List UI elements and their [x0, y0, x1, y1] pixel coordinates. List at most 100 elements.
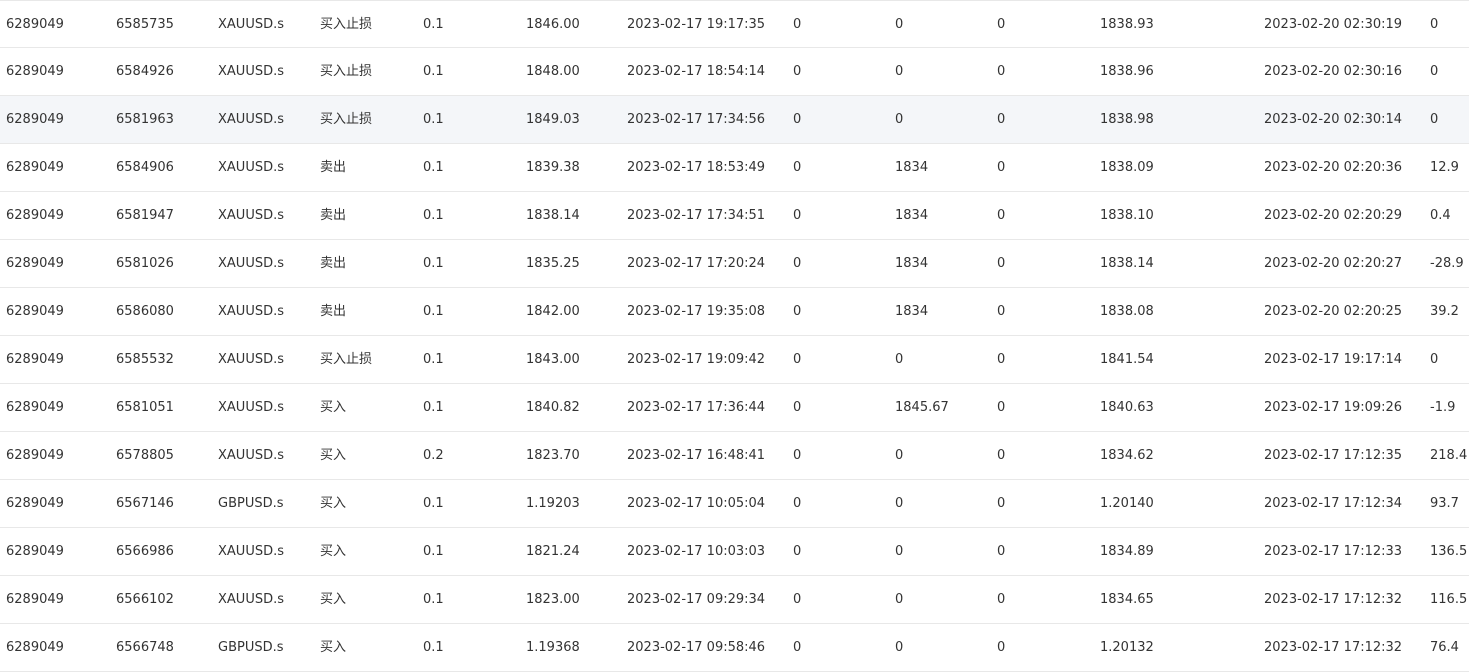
table-row[interactable]: 6289049 6581051 XAUUSD.s 买入 0.1 1840.82 2023-0…	[0, 384, 1469, 432]
table-row[interactable]: 6289049 6586080 XAUUSD.s 卖出 0.1 1842.00 2023-0…	[0, 288, 1469, 336]
close-price-cell: 1838.93	[1100, 17, 1154, 32]
stop-loss-cell: 0	[793, 304, 802, 319]
open-price-cell: 1.19368	[526, 640, 580, 655]
profit-cell: -1.9	[1430, 400, 1456, 415]
account-cell: 6289049	[6, 304, 64, 319]
volume-cell: 0.1	[423, 592, 444, 607]
volume-cell: 0.1	[423, 112, 444, 127]
table-row[interactable]: 6289049 6566102 XAUUSD.s 买入 0.1 1823.00 2023-0…	[0, 576, 1469, 624]
close-time-cell: 2023-02-17 17:12:35	[1264, 448, 1403, 463]
open-time-cell: 2023-02-17 17:36:44	[627, 400, 766, 415]
type-cell: 买入	[320, 544, 347, 559]
profit-cell: 218.4	[1430, 448, 1468, 463]
symbol-cell: GBPUSD.s	[218, 640, 284, 655]
stop-loss-cell: 0	[793, 208, 802, 223]
take-profit-cell: 0	[895, 544, 904, 559]
profit-cell: 76.4	[1430, 640, 1459, 655]
commission-cell: 0	[997, 640, 1006, 655]
profit-cell: 0	[1430, 17, 1439, 32]
open-price-cell: 1840.82	[526, 400, 580, 415]
profit-cell: -28.9	[1430, 256, 1464, 271]
account-cell: 6289049	[6, 160, 64, 175]
stop-loss-cell: 0	[793, 352, 802, 367]
open-time-cell: 2023-02-17 10:03:03	[627, 544, 766, 559]
commission-cell: 0	[997, 544, 1006, 559]
account-cell: 6289049	[6, 256, 64, 271]
type-cell: 卖出	[320, 256, 347, 271]
open-price-cell: 1849.03	[526, 112, 580, 127]
close-price-cell: 1840.63	[1100, 400, 1154, 415]
table-row[interactable]: 6289049 6581026 XAUUSD.s 卖出 0.1 1835.25 2023-0…	[0, 240, 1469, 288]
symbol-cell: XAUUSD.s	[218, 17, 284, 32]
stop-loss-cell: 0	[793, 592, 802, 607]
order-cell: 6566748	[116, 640, 174, 655]
open-time-cell: 2023-02-17 18:53:49	[627, 160, 766, 175]
table-row[interactable]: 6289049 6585532 XAUUSD.s 买入止损 0.1 1843.00 2023…	[0, 336, 1469, 384]
table-row[interactable]: 6289049 6581963 XAUUSD.s 买入止损 0.1 1849.03 2023…	[0, 96, 1469, 144]
volume-cell: 0.1	[423, 160, 444, 175]
stop-loss-cell: 0	[793, 64, 802, 79]
profit-cell: 0	[1430, 112, 1439, 127]
order-cell: 6584926	[116, 64, 174, 79]
account-cell: 6289049	[6, 208, 64, 223]
take-profit-cell: 0	[895, 592, 904, 607]
open-price-cell: 1843.00	[526, 352, 580, 367]
close-time-cell: 2023-02-20 02:30:19	[1264, 17, 1403, 32]
symbol-cell: XAUUSD.s	[218, 64, 284, 79]
volume-cell: 0.1	[423, 496, 444, 511]
stop-loss-cell: 0	[793, 544, 802, 559]
type-cell: 买入止损	[320, 17, 373, 32]
volume-cell: 0.1	[423, 304, 444, 319]
take-profit-cell: 1845.67	[895, 400, 949, 415]
take-profit-cell: 0	[895, 112, 904, 127]
volume-cell: 0.2	[423, 448, 444, 463]
table-row[interactable]: 6289049 6584906 XAUUSD.s 卖出 0.1 1839.38 2023-0…	[0, 144, 1469, 192]
table-row[interactable]: 6289049 6566986 XAUUSD.s 买入 0.1 1821.24 2023-0…	[0, 528, 1469, 576]
stop-loss-cell: 0	[793, 256, 802, 271]
close-price-cell: 1834.65	[1100, 592, 1154, 607]
take-profit-cell: 1834	[895, 256, 929, 271]
take-profit-cell: 1834	[895, 304, 929, 319]
profit-cell: 0.4	[1430, 208, 1451, 223]
close-price-cell: 1838.98	[1100, 112, 1154, 127]
account-cell: 6289049	[6, 112, 64, 127]
commission-cell: 0	[997, 160, 1006, 175]
open-price-cell: 1848.00	[526, 64, 580, 79]
take-profit-cell: 0	[895, 448, 904, 463]
order-cell: 6586080	[116, 304, 174, 319]
order-cell: 6585735	[116, 17, 174, 32]
table-row[interactable]: 6289049 6581947 XAUUSD.s 卖出 0.1 1838.14 2023-0…	[0, 192, 1469, 240]
table-row[interactable]: 6289049 6566748 GBPUSD.s 买入 0.1 1.19368 2023-0…	[0, 624, 1469, 672]
volume-cell: 0.1	[423, 64, 444, 79]
order-cell: 6581051	[116, 400, 174, 415]
account-cell: 6289049	[6, 496, 64, 511]
profit-cell: 93.7	[1430, 496, 1459, 511]
table-row[interactable]: 6289049 6585735 XAUUSD.s 买入止损 0.1 1846.00 2023…	[0, 0, 1469, 48]
table-row[interactable]: 6289049 6578805 XAUUSD.s 买入 0.2 1823.70 2023-0…	[0, 432, 1469, 480]
close-time-cell: 2023-02-17 17:12:32	[1264, 640, 1403, 655]
volume-cell: 0.1	[423, 400, 444, 415]
symbol-cell: XAUUSD.s	[218, 400, 284, 415]
volume-cell: 0.1	[423, 256, 444, 271]
type-cell: 买入止损	[320, 64, 373, 79]
volume-cell: 0.1	[423, 17, 444, 32]
open-price-cell: 1846.00	[526, 17, 580, 32]
account-cell: 6289049	[6, 544, 64, 559]
stop-loss-cell: 0	[793, 17, 802, 32]
symbol-cell: XAUUSD.s	[218, 352, 284, 367]
volume-cell: 0.1	[423, 352, 444, 367]
open-time-cell: 2023-02-17 10:05:04	[627, 496, 766, 511]
take-profit-cell: 0	[895, 352, 904, 367]
symbol-cell: XAUUSD.s	[218, 592, 284, 607]
stop-loss-cell: 0	[793, 400, 802, 415]
order-cell: 6581947	[116, 208, 174, 223]
commission-cell: 0	[997, 304, 1006, 319]
close-time-cell: 2023-02-17 19:09:26	[1264, 400, 1403, 415]
table-row[interactable]: 6289049 6567146 GBPUSD.s 买入 0.1 1.19203 2023-0…	[0, 480, 1469, 528]
stop-loss-cell: 0	[793, 112, 802, 127]
profit-cell: 116.5	[1430, 592, 1468, 607]
table-row[interactable]: 6289049 6584926 XAUUSD.s 买入止损 0.1 1848.00 2023…	[0, 48, 1469, 96]
order-cell: 6584906	[116, 160, 174, 175]
order-cell: 6581963	[116, 112, 174, 127]
close-price-cell: 1838.09	[1100, 160, 1154, 175]
